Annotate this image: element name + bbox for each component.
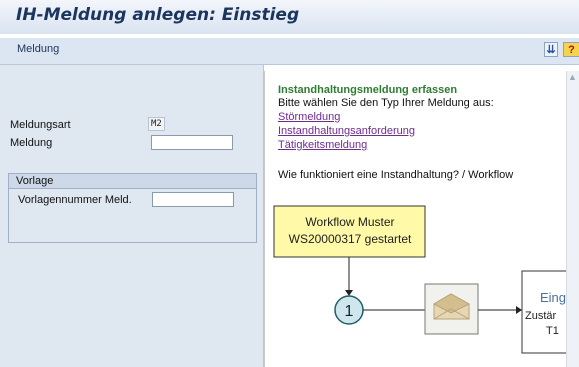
workflow-step-number: 1 [345, 303, 354, 320]
vorlagennummer-label: Vorlagennummer Meld. [18, 194, 132, 206]
workflow-next-line1: Eing [540, 290, 566, 305]
workflow-diagram: Workflow Muster WS20000317 gestartet 1 E… [273, 205, 567, 354]
sort-icon[interactable]: ⇊ [544, 42, 558, 57]
workflow-next-line2: Zustär [525, 310, 557, 322]
arrowhead-down [345, 290, 353, 296]
menu-bar: Meldung ⇊ ? [0, 38, 579, 65]
meldungsart-label: Meldungsart [10, 119, 71, 131]
entry-form: Meldungsart M2 Meldung Vorlage Vorlagenn… [0, 65, 264, 367]
menu-meldung[interactable]: Meldung [17, 43, 59, 55]
help-pane: Instandhaltungsmeldung erfassen Bitte wä… [264, 71, 579, 367]
meldungsart-value[interactable]: M2 [148, 117, 165, 131]
scroll-up-icon[interactable]: ▲ [568, 72, 577, 82]
meldung-label: Meldung [10, 137, 53, 149]
window-title: IH-Meldung anlegen: Einstieg [16, 5, 300, 25]
workflow-start-line1: Workflow Muster [305, 215, 394, 229]
arrowhead-right [516, 306, 522, 314]
title-bar: IH-Meldung anlegen: Einstieg [0, 0, 579, 34]
vorlage-group: Vorlage Vorlagennummer Meld. [8, 173, 257, 243]
meldung-input[interactable] [151, 135, 233, 150]
vertical-scrollbar[interactable]: ▲ [566, 71, 579, 367]
vorlage-title: Vorlage [9, 174, 256, 189]
workflow-start-line2: WS20000317 gestartet [289, 232, 412, 246]
help-icon[interactable]: ? [563, 42, 579, 57]
workflow-next-line3: T1 [546, 325, 559, 337]
vorlagennummer-input[interactable] [152, 192, 234, 207]
